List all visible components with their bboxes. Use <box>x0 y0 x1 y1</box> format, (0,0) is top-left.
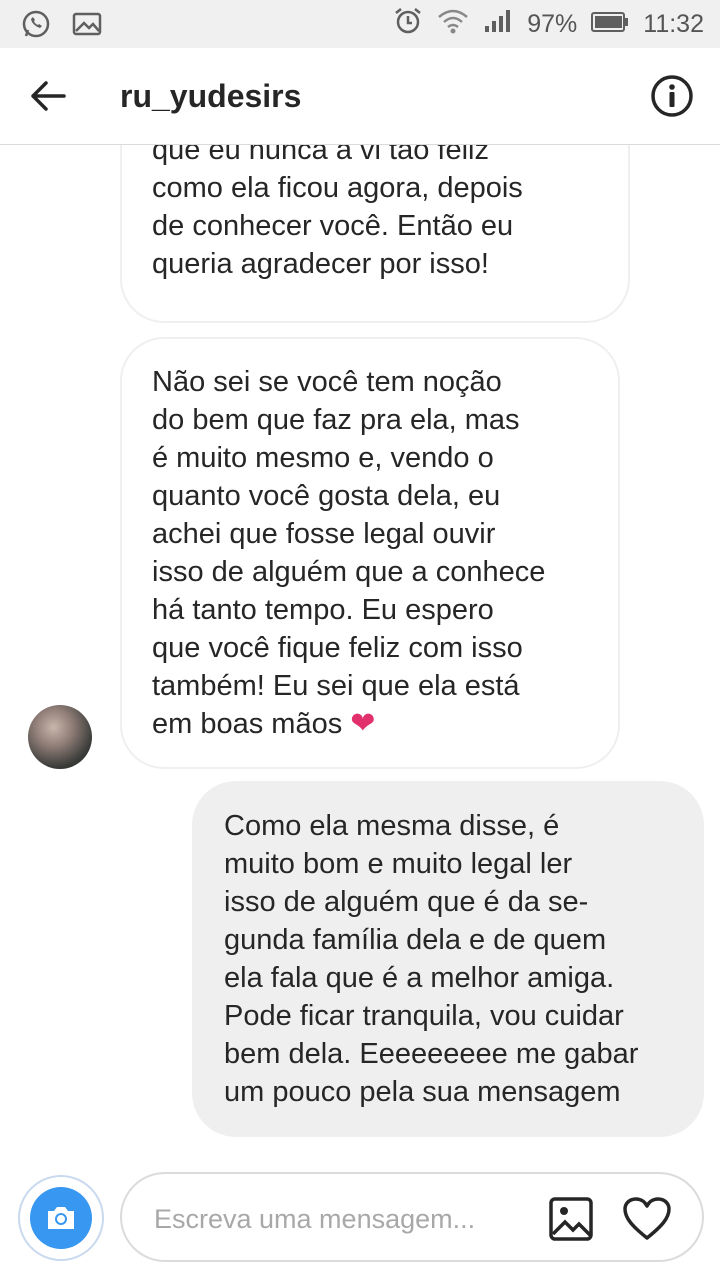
signal-icon <box>483 8 513 41</box>
outgoing-message: Como ela mesma disse, é muito bom e muit… <box>192 781 704 1137</box>
image-icon <box>72 11 102 44</box>
clock: 11:32 <box>643 10 704 38</box>
incoming-message: que eu nunca a vi tão feliz como ela fic… <box>120 145 630 323</box>
message-text: Não sei se você tem noção do bem que faz… <box>152 366 546 740</box>
message-composer <box>120 1172 704 1262</box>
message-input[interactable] <box>152 1196 536 1242</box>
incoming-message: Não sei se você tem noção do bem que faz… <box>120 337 620 769</box>
status-bar: 97% 11:32 <box>0 0 720 48</box>
avatar[interactable] <box>28 705 92 769</box>
conversation-title[interactable]: ru_yudesirs <box>120 74 301 118</box>
battery-icon <box>591 9 629 40</box>
camera-button[interactable] <box>18 1175 104 1261</box>
heart-icon[interactable] <box>622 1196 672 1242</box>
alarm-icon <box>393 6 423 43</box>
camera-icon <box>30 1187 92 1249</box>
heart-emoji: ❤ <box>350 707 376 740</box>
back-arrow-icon[interactable] <box>28 76 68 116</box>
wifi-icon <box>437 7 469 42</box>
conversation-header: ru_yudesirs <box>0 48 720 145</box>
message-list[interactable]: que eu nunca a vi tão feliz como ela fic… <box>0 145 720 1155</box>
gallery-icon[interactable] <box>548 1196 594 1242</box>
battery-percent: 97% <box>527 10 578 38</box>
info-icon[interactable] <box>650 74 694 118</box>
whatsapp-icon <box>20 8 52 47</box>
